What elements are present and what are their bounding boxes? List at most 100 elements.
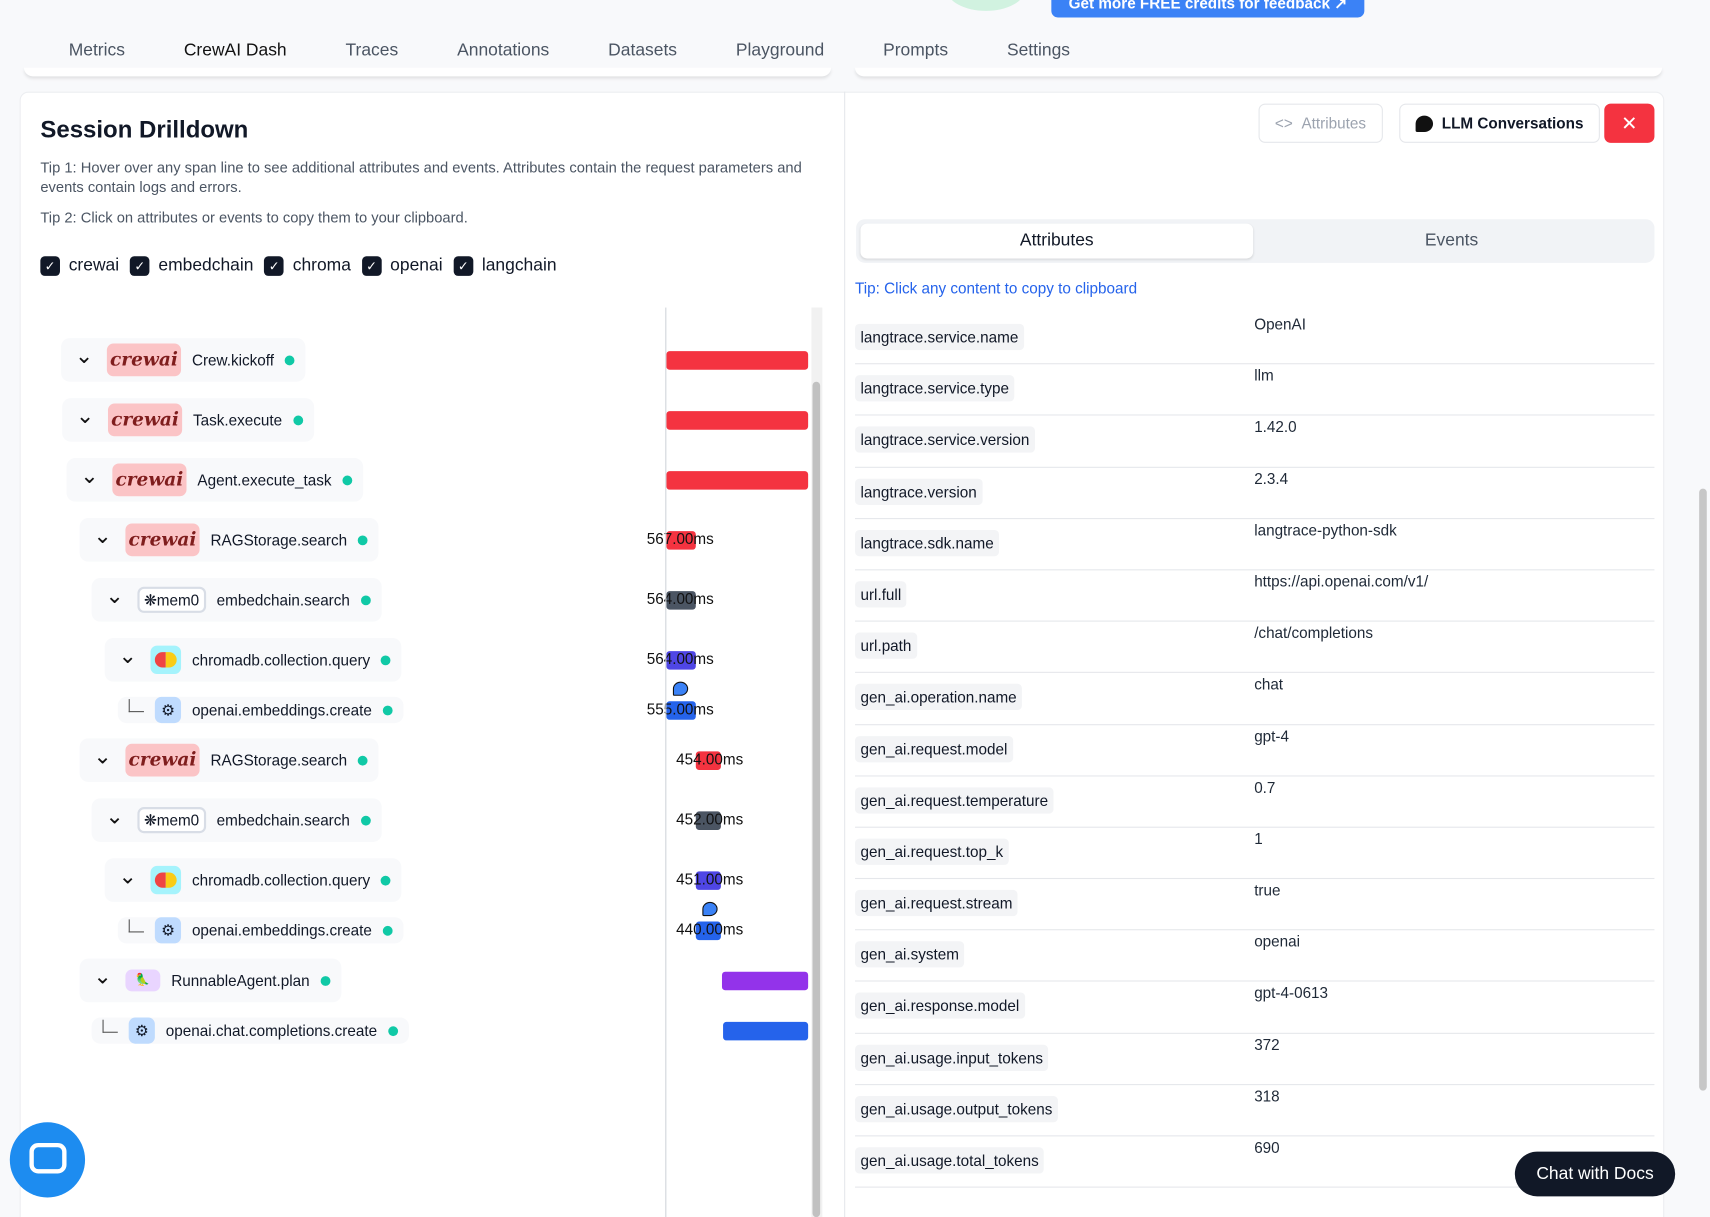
trace-scrollbar-thumb[interactable] <box>812 381 821 1217</box>
tab-attributes[interactable]: Attributes <box>860 223 1254 259</box>
attribute-row[interactable]: langtrace.service.name OpenAI <box>855 313 1655 365</box>
attribute-key[interactable]: langtrace.service.name <box>855 323 1024 351</box>
page-scrollbar-thumb[interactable] <box>1699 488 1707 1091</box>
attribute-row[interactable]: gen_ai.system openai <box>855 931 1655 983</box>
attribute-value[interactable]: gpt-4-0613 <box>1254 984 1328 1001</box>
attribute-value[interactable]: gpt-4 <box>1254 727 1289 744</box>
span-bar[interactable] <box>666 471 809 490</box>
attribute-value[interactable]: https://api.openai.com/v1/ <box>1254 572 1428 589</box>
attribute-key[interactable]: langtrace.sdk.name <box>855 529 1000 556</box>
checkbox[interactable]: ✓ <box>453 256 474 276</box>
filter-openai[interactable]: ✓ openai <box>361 256 443 276</box>
attribute-value[interactable]: true <box>1254 881 1280 898</box>
attribute-row[interactable]: langtrace.sdk.name langtrace-python-sdk <box>855 519 1655 571</box>
chevron-down-icon[interactable]: ⌄ <box>91 742 115 769</box>
chevron-down-icon[interactable]: ⌄ <box>73 402 97 429</box>
tab-events[interactable]: Events <box>1255 224 1648 259</box>
span-row[interactable]: ⌄ crewai Task.execute <box>62 398 314 442</box>
span-row[interactable]: ⌄ chromadb.collection.query <box>104 858 402 902</box>
attribute-key[interactable]: langtrace.service.type <box>855 375 1015 402</box>
attribute-row[interactable]: url.full https://api.openai.com/v1/ <box>855 570 1655 622</box>
attribute-value[interactable]: chat <box>1254 675 1283 692</box>
checkbox[interactable]: ✓ <box>40 256 60 276</box>
attribute-key[interactable]: gen_ai.operation.name <box>855 684 1023 711</box>
attribute-row[interactable]: url.path/chat/completions <box>855 622 1655 674</box>
attribute-value[interactable]: openai <box>1254 933 1300 950</box>
filter-chroma[interactable]: ✓ chroma <box>264 256 351 276</box>
attribute-key[interactable]: url.full <box>855 581 907 608</box>
span-row[interactable]: ⚙ openai.chat.completions.create <box>91 1017 409 1044</box>
chevron-down-icon[interactable]: ⌄ <box>116 862 140 889</box>
attribute-row[interactable]: langtrace.service.type llm <box>855 364 1655 416</box>
close-button[interactable]: ✕ <box>1604 103 1655 143</box>
attribute-key[interactable]: langtrace.service.version <box>855 426 1035 454</box>
attribute-value[interactable]: 1 <box>1254 830 1263 847</box>
attribute-value[interactable]: 372 <box>1254 1036 1279 1053</box>
chevron-down-icon[interactable]: ⌄ <box>77 462 101 489</box>
event-marker-icon[interactable] <box>672 681 689 696</box>
attribute-key[interactable]: gen_ai.request.model <box>855 735 1013 762</box>
attribute-row[interactable]: langtrace.version 2.3.4 <box>855 467 1655 519</box>
span-row[interactable]: ⌄ crewai RAGStorage.search <box>79 738 379 782</box>
attribute-row[interactable]: gen_ai.usage.output_tokens 318 <box>855 1085 1655 1137</box>
attributes-button[interactable]: <> Attributes <box>1258 103 1383 143</box>
attribute-row[interactable]: gen_ai.usage.input_tokens 372 <box>855 1033 1655 1085</box>
chevron-down-icon[interactable]: ⌄ <box>72 342 96 369</box>
chevron-down-icon[interactable]: ⌄ <box>91 962 115 989</box>
attribute-value[interactable]: 690 <box>1254 1139 1279 1156</box>
attribute-value[interactable]: langtrace-python-sdk <box>1254 521 1397 538</box>
attribute-row[interactable]: gen_ai.response.model gpt-4-0613 <box>855 982 1655 1034</box>
attribute-value[interactable]: 0.7 <box>1254 778 1275 795</box>
chevron-down-icon[interactable]: ⌄ <box>103 582 127 609</box>
filter-langchain[interactable]: ✓ langchain <box>453 256 557 276</box>
span-row[interactable]: ⌄ chromadb.collection.query <box>104 638 402 682</box>
attribute-value[interactable]: 2.3.4 <box>1254 470 1288 487</box>
chat-widget-button[interactable] <box>9 1122 86 1198</box>
attribute-value[interactable]: 318 <box>1254 1087 1279 1104</box>
attribute-key[interactable]: gen_ai.usage.total_tokens <box>855 1147 1045 1174</box>
attribute-row[interactable]: gen_ai.request.top_k 1 <box>855 828 1655 880</box>
span-bar[interactable] <box>666 351 809 370</box>
chevron-down-icon[interactable]: ⌄ <box>91 522 115 549</box>
span-row[interactable]: ⌄ 🦜 RunnableAgent.plan <box>79 958 342 1003</box>
chat-with-docs-button[interactable]: Chat with Docs <box>1514 1151 1676 1197</box>
attribute-value[interactable]: llm <box>1254 367 1274 384</box>
attribute-key[interactable]: gen_ai.usage.output_tokens <box>855 1095 1058 1123</box>
checkbox[interactable]: ✓ <box>264 256 284 276</box>
llm-conversations-button[interactable]: LLM Conversations <box>1399 103 1600 143</box>
span-bar[interactable] <box>723 1021 809 1041</box>
event-marker-icon[interactable] <box>702 901 718 917</box>
checkbox[interactable]: ✓ <box>130 256 150 276</box>
attribute-key[interactable]: gen_ai.request.stream <box>855 889 1018 917</box>
attribute-row[interactable]: gen_ai.request.stream true <box>855 879 1655 931</box>
attribute-key[interactable]: gen_ai.request.top_k <box>855 838 1009 865</box>
attribute-key[interactable]: gen_ai.usage.input_tokens <box>855 1044 1049 1071</box>
span-row[interactable]: ⌄ ❋mem0 embedchain.search <box>91 578 382 622</box>
attribute-row[interactable]: langtrace.service.version 1.42.0 <box>855 416 1655 468</box>
free-credits-button[interactable]: Get more FREE credits for feedback ↗ <box>1051 0 1365 18</box>
span-row[interactable]: ⚙ openai.embeddings.create <box>117 917 404 944</box>
checkbox[interactable]: ✓ <box>361 256 382 276</box>
attribute-row[interactable]: gen_ai.request.temperature 0.7 <box>855 776 1655 828</box>
span-bar[interactable] <box>721 971 809 991</box>
attribute-key[interactable]: gen_ai.system <box>855 941 965 968</box>
attribute-row[interactable]: gen_ai.operation.name chat <box>855 673 1655 725</box>
attribute-value[interactable]: 1.42.0 <box>1254 418 1296 435</box>
attribute-value[interactable]: /chat/completions <box>1254 624 1373 641</box>
attribute-key[interactable]: langtrace.version <box>855 478 983 505</box>
attribute-key[interactable]: gen_ai.response.model <box>855 992 1025 1020</box>
attribute-row[interactable]: gen_ai.request.model gpt-4 <box>855 725 1655 777</box>
chevron-down-icon[interactable]: ⌄ <box>103 802 127 829</box>
attribute-key[interactable]: gen_ai.request.temperature <box>855 787 1054 814</box>
attribute-key[interactable]: url.path <box>855 632 917 659</box>
span-row[interactable]: ⌄ crewai Crew.kickoff <box>61 338 306 382</box>
attribute-value[interactable]: OpenAI <box>1254 315 1306 332</box>
span-row[interactable]: ⚙ openai.embeddings.create <box>117 696 404 724</box>
span-row[interactable]: ⌄ ❋mem0 embedchain.search <box>91 798 382 842</box>
span-bar[interactable] <box>666 411 809 430</box>
chevron-down-icon[interactable]: ⌄ <box>116 642 140 669</box>
span-row[interactable]: ⌄ crewai Agent.execute_task <box>66 458 364 502</box>
span-row[interactable]: ⌄ crewai RAGStorage.search <box>79 518 379 562</box>
filter-embedchain[interactable]: ✓ embedchain <box>130 256 253 276</box>
filter-crewai[interactable]: ✓ crewai <box>40 256 119 276</box>
